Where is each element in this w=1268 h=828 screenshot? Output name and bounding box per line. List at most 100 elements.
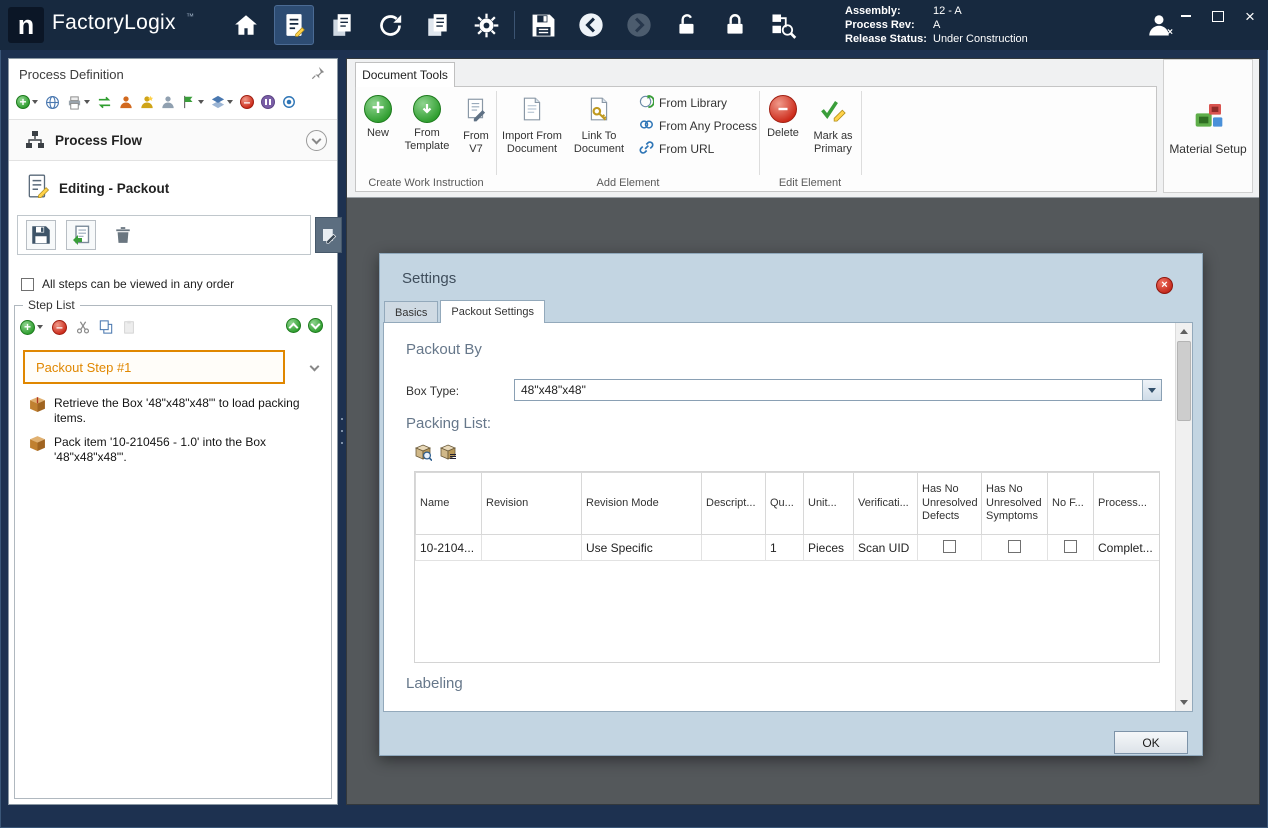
step-expand-chevron-icon[interactable] (309, 361, 320, 372)
col-process[interactable]: Process... (1093, 472, 1159, 535)
save-icon[interactable] (523, 5, 563, 45)
minimize-button[interactable] (1178, 8, 1194, 24)
logout-user-icon[interactable]: × (1143, 10, 1175, 40)
link-to-document-button[interactable]: Link To Document (567, 91, 631, 155)
step-action-item[interactable]: Pack item '10-210456 - 1.0' into the Box… (29, 435, 321, 466)
document-stack-icon[interactable] (322, 5, 362, 45)
symptoms-checkbox[interactable] (1008, 539, 1021, 553)
process-search-icon[interactable] (763, 5, 803, 45)
home-icon[interactable] (226, 5, 266, 45)
col-has-no-unresolved-symptoms[interactable]: Has No Unresolved Symptoms (981, 472, 1048, 535)
no-f-checkbox[interactable] (1064, 539, 1077, 553)
cell-revision (481, 534, 582, 561)
delete-process-button[interactable] (108, 220, 138, 250)
web-icon[interactable] (45, 95, 60, 110)
settings-gear-icon[interactable] (466, 5, 506, 45)
flag-icon[interactable] (182, 95, 204, 109)
scan-box-icon[interactable] (439, 443, 457, 464)
defects-checkbox[interactable] (943, 539, 956, 553)
col-has-no-unresolved-defects[interactable]: Has No Unresolved Defects (917, 472, 982, 535)
from-v7-label: From V7 (463, 130, 489, 155)
transfer-icon[interactable] (97, 95, 112, 110)
add-step-icon[interactable] (20, 319, 43, 335)
save-process-button[interactable] (26, 220, 56, 250)
pin-icon[interactable] (311, 66, 325, 83)
trademark: ™ (186, 12, 194, 21)
new-button[interactable]: + New (358, 91, 398, 155)
box-type-select[interactable]: 48"x48"x48" (514, 379, 1162, 401)
process-definition-icon[interactable] (274, 5, 314, 45)
mark-as-primary-button[interactable]: Mark as Primary (806, 91, 860, 155)
from-template-button[interactable]: From Template (400, 91, 454, 155)
remove-icon[interactable] (240, 95, 254, 109)
close-button[interactable] (1242, 8, 1258, 24)
col-revision-mode[interactable]: Revision Mode (581, 472, 702, 535)
scroll-up-icon[interactable] (1176, 323, 1192, 340)
step-list-toolbar (20, 318, 136, 336)
print-icon[interactable] (67, 95, 90, 110)
dialog-close-icon[interactable] (1156, 277, 1173, 294)
step-action-item[interactable]: Retrieve the Box '48"x48"x48"' to load p… (29, 396, 321, 427)
col-no-f[interactable]: No F... (1047, 472, 1094, 535)
link-document-icon (586, 95, 612, 126)
scroll-down-icon[interactable] (1176, 694, 1192, 711)
sync-icon[interactable] (370, 5, 410, 45)
table-row[interactable]: 10-2104... Use Specific 1 Pieces Scan UI… (415, 534, 1159, 561)
panel-splitter[interactable] (339, 418, 344, 444)
unlock-icon[interactable] (667, 5, 707, 45)
lock-icon[interactable] (715, 5, 755, 45)
cell-name: 10-2104... (415, 534, 482, 561)
all-steps-checkbox[interactable] (21, 277, 34, 291)
edit-mode-toggle[interactable] (315, 217, 342, 253)
forward-icon[interactable] (619, 5, 659, 45)
delete-element-button[interactable]: Delete (762, 91, 804, 155)
col-verification[interactable]: Verificati... (853, 472, 918, 535)
material-setup-button[interactable]: Material Setup (1163, 59, 1253, 193)
col-quantity[interactable]: Qu... (765, 472, 804, 535)
paste-icon[interactable] (122, 320, 136, 334)
process-flow-bar[interactable]: Process Flow (9, 119, 337, 161)
dialog-scrollbar[interactable] (1175, 323, 1192, 711)
v7-pencil-icon (463, 95, 489, 126)
all-steps-row: All steps can be viewed in any order (21, 277, 234, 291)
move-step-down-icon[interactable] (308, 318, 323, 333)
selected-step-label: Packout Step #1 (36, 359, 132, 375)
find-box-icon[interactable] (414, 443, 433, 464)
pause-icon[interactable] (261, 95, 275, 109)
move-step-up-icon[interactable] (286, 318, 301, 333)
layers-icon[interactable] (211, 95, 233, 109)
copy-documents-icon[interactable] (418, 5, 458, 45)
assembly-label: Assembly: (845, 5, 901, 17)
operator-icon[interactable] (119, 95, 133, 109)
tab-basics[interactable]: Basics (384, 301, 439, 323)
cell-verification: Scan UID (853, 534, 918, 561)
col-description[interactable]: Descript... (701, 472, 766, 535)
assembly-info: Assembly: 12 - A Process Rev: A Release St… (845, 4, 1028, 46)
package-icon (30, 397, 45, 412)
selected-step-item[interactable]: Packout Step #1 (23, 350, 285, 384)
col-name[interactable]: Name (415, 472, 482, 535)
chevron-down-icon[interactable] (1142, 380, 1161, 400)
back-icon[interactable] (571, 5, 611, 45)
record-icon[interactable] (282, 95, 296, 109)
import-button[interactable] (66, 220, 96, 250)
import-from-document-button[interactable]: Import From Document (499, 91, 565, 155)
tab-packout-settings[interactable]: Packout Settings (440, 300, 545, 323)
add-icon[interactable] (16, 95, 38, 109)
col-revision[interactable]: Revision (481, 472, 582, 535)
copy-icon[interactable] (99, 320, 113, 334)
from-v7-button[interactable]: From V7 (456, 91, 496, 155)
maximize-button[interactable] (1210, 8, 1226, 24)
from-any-process-button[interactable]: From Any Process (639, 114, 757, 137)
tab-document-tools[interactable]: Document Tools (355, 62, 455, 87)
ok-button[interactable]: OK (1114, 731, 1188, 754)
cut-icon[interactable] (76, 320, 90, 334)
scrollbar-thumb[interactable] (1177, 341, 1191, 421)
from-url-button[interactable]: From URL (639, 137, 757, 160)
remove-step-icon[interactable] (52, 319, 67, 335)
user-question-icon[interactable] (161, 95, 175, 109)
star-user-icon[interactable] (140, 95, 154, 109)
col-units[interactable]: Unit... (803, 472, 854, 535)
collapse-chevron-icon[interactable] (306, 130, 327, 151)
from-library-button[interactable]: From Library (639, 91, 757, 114)
